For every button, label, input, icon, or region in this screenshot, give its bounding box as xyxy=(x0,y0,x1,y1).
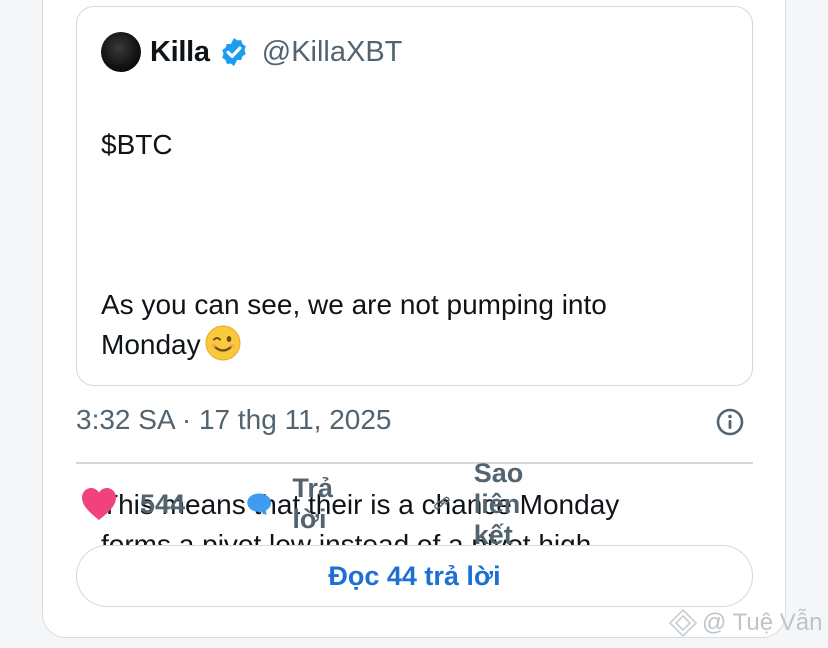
author-name[interactable]: Killa xyxy=(150,36,210,69)
winking-face-emoji-icon xyxy=(205,325,241,361)
heart-icon xyxy=(82,488,116,520)
link-icon xyxy=(434,496,450,510)
quoted-tweet-text: $BTC As you can see, we are not pumping … xyxy=(101,85,721,605)
diamond-logo-icon xyxy=(668,608,698,638)
copy-link-button[interactable]: Sao liên kết xyxy=(434,458,544,550)
tweet-paragraph-2: As you can see, we are not pumping into … xyxy=(101,285,721,365)
like-count: 544 xyxy=(140,488,186,519)
tweet-paragraph-2-text: As you can see, we are not pumping into … xyxy=(101,289,607,360)
info-icon[interactable] xyxy=(715,407,745,437)
verified-badge-icon xyxy=(222,38,246,66)
watermark: @ Tuệ Vẫn xyxy=(668,608,822,638)
tweet-timestamp[interactable]: 3:32 SA · 17 thg 11, 2025 xyxy=(76,404,392,436)
reply-label: Trả lời xyxy=(292,473,333,534)
reply-bubble-icon xyxy=(247,493,272,516)
quoted-author-row: Killa @KillaXBT xyxy=(101,31,402,73)
quoted-tweet-card[interactable]: Killa @KillaXBT $BTC As you can see, we … xyxy=(76,6,753,560)
read-replies-button[interactable]: Đọc 44 trả lời xyxy=(76,545,753,607)
divider xyxy=(76,462,753,464)
watermark-text: @ Tuệ Vẫn xyxy=(702,609,823,636)
avatar[interactable] xyxy=(101,32,141,72)
reply-button[interactable]: Trả lời xyxy=(246,473,347,534)
copy-link-label: Sao liên kết xyxy=(473,457,524,550)
like-button[interactable]: 544 xyxy=(80,484,185,524)
author-handle[interactable]: @KillaXBT xyxy=(262,36,403,69)
tweet-line-ticker: $BTC xyxy=(101,129,173,160)
